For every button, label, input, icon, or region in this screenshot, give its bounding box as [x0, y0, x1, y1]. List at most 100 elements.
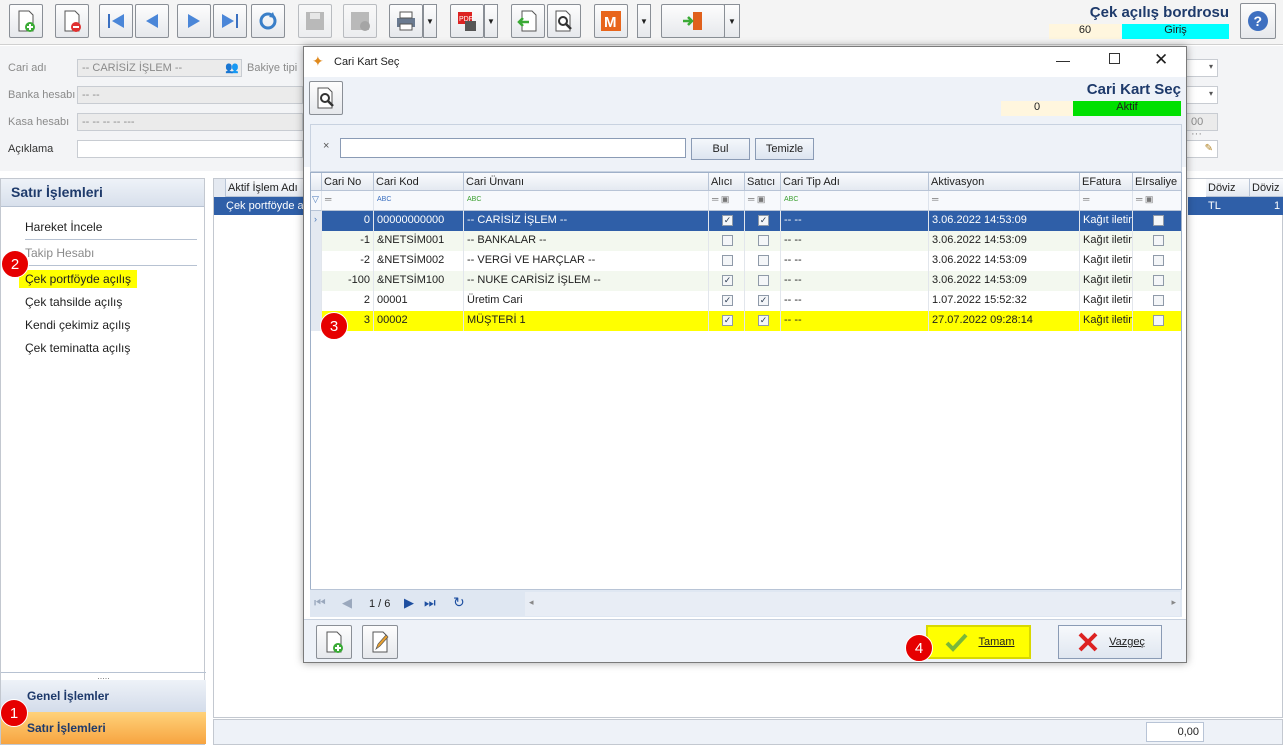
checkbox[interactable]: [722, 235, 733, 246]
filter-kod-text-icon[interactable]: ABC: [374, 191, 464, 211]
table-row[interactable]: -2 &NETSİM002 -- VERGİ VE HARÇLAR -- -- -- 3…: [311, 251, 1181, 271]
checkbox[interactable]: [1153, 315, 1164, 326]
filter-no[interactable]: ═: [322, 191, 374, 211]
cancel-button[interactable]: Vazgeç: [1058, 625, 1162, 659]
dialog-search-tool-button[interactable]: [309, 81, 343, 115]
last-record-button[interactable]: [213, 4, 247, 38]
export-dropdown[interactable]: ▼: [484, 4, 498, 38]
checkbox[interactable]: ✓: [722, 295, 733, 306]
search-input[interactable]: [340, 138, 686, 158]
checkbox[interactable]: [758, 255, 769, 266]
item-kendi-cekimiz[interactable]: Kendi çekimiz açılış: [25, 318, 130, 332]
filter-aktivasyon[interactable]: ═: [929, 191, 1080, 211]
minimize-icon[interactable]: —: [1056, 52, 1070, 68]
checkbox[interactable]: [1153, 295, 1164, 306]
print-dropdown[interactable]: ▼: [423, 4, 437, 38]
col-cari-unvani[interactable]: Cari Ünvanı: [464, 173, 709, 191]
checkbox[interactable]: [1153, 235, 1164, 246]
col-alici[interactable]: Alıcı: [709, 173, 745, 191]
previous-record-button[interactable]: [135, 4, 169, 38]
splitter-handle[interactable]: .....: [1, 672, 206, 681]
filter-funnel-icon[interactable]: ▽: [311, 191, 322, 211]
filter-eirsaliye[interactable]: ═ ▣: [1133, 191, 1181, 211]
item-cek-portfoyde[interactable]: Çek portföyde açılış: [19, 270, 138, 288]
item-takip[interactable]: Takip Hesabı: [25, 246, 94, 260]
checkbox[interactable]: ✓: [722, 315, 733, 326]
filter-unvan-text-icon[interactable]: ABC: [464, 191, 709, 211]
checkbox[interactable]: ✓: [758, 215, 769, 226]
kasa-field[interactable]: -- -- -- -- ---: [77, 113, 303, 131]
pager-next-icon[interactable]: ▶: [404, 595, 414, 611]
col-satici[interactable]: Satıcı: [745, 173, 781, 191]
right-field[interactable]: 00 ···: [1186, 113, 1218, 140]
first-record-button[interactable]: [99, 4, 133, 38]
item-cek-teminatta[interactable]: Çek teminatta açılış: [25, 341, 130, 355]
nav-satir[interactable]: Satır İşlemleri: [1, 712, 206, 744]
col-efatura[interactable]: EFatura: [1080, 173, 1133, 191]
help-button[interactable]: ?: [1240, 3, 1276, 39]
save-close-button[interactable]: [343, 4, 377, 38]
users-icon[interactable]: 👥: [225, 61, 239, 74]
search-tool-button[interactable]: [547, 4, 581, 38]
filter-satici[interactable]: ═ ▣: [745, 191, 781, 211]
filter-efatura[interactable]: ═: [1080, 191, 1133, 211]
delete-document-button[interactable]: [55, 4, 89, 38]
dialog-new-button[interactable]: [316, 625, 352, 659]
horizontal-scrollbar[interactable]: ◂ ▸: [525, 592, 1180, 616]
checkbox[interactable]: ✓: [722, 215, 733, 226]
close-icon[interactable]: ✕: [1154, 50, 1168, 70]
checkbox[interactable]: [758, 235, 769, 246]
nav-genel[interactable]: Genel İşlemler: [1, 680, 206, 712]
m-module-button[interactable]: M: [594, 4, 628, 38]
find-button[interactable]: Bul: [691, 138, 750, 160]
right-dropdown-1[interactable]: ▾: [1186, 59, 1218, 77]
pager-refresh-icon[interactable]: ↻: [453, 594, 465, 611]
checkbox[interactable]: [1153, 275, 1164, 286]
checkbox[interactable]: ✓: [758, 315, 769, 326]
banka-field[interactable]: -- --: [77, 86, 303, 104]
table-row[interactable]: -100 &NETSİM100 -- NUKE CARİSİZ İŞLEM -- ✓ -…: [311, 271, 1181, 291]
next-record-button[interactable]: [177, 4, 211, 38]
dialog-edit-button[interactable]: [362, 625, 398, 659]
col-cari-tip[interactable]: Cari Tip Adı: [781, 173, 929, 191]
table-row[interactable]: -1 &NETSİM001 -- BANKALAR -- -- -- 3.06.2022…: [311, 231, 1181, 251]
pager-last-icon[interactable]: ⏭: [424, 595, 436, 611]
filter-alici[interactable]: ═ ▣: [709, 191, 745, 211]
new-document-button[interactable]: [9, 4, 43, 38]
col-aktif[interactable]: Aktif İşlem Adı: [226, 179, 306, 197]
m-module-dropdown[interactable]: ▼: [637, 4, 651, 38]
item-cek-tahsilde[interactable]: Çek tahsilde açılış: [25, 295, 122, 309]
clear-button[interactable]: Temizle: [755, 138, 814, 160]
col-eirsaliye[interactable]: EIrsaliye: [1133, 173, 1181, 191]
save-button[interactable]: [298, 4, 332, 38]
scroll-right-icon[interactable]: ▸: [1171, 597, 1176, 608]
maximize-icon[interactable]: [1109, 53, 1120, 64]
table-row[interactable]: 2 00001 Üretim Cari ✓ ✓ -- -- 1.07.2022 15:52:…: [311, 291, 1181, 311]
exit-button[interactable]: [661, 4, 725, 38]
checkbox[interactable]: [1153, 255, 1164, 266]
col-doviz2[interactable]: Döviz: [1250, 179, 1283, 197]
refresh-button[interactable]: [251, 4, 285, 38]
col-cari-kod[interactable]: Cari Kod: [374, 173, 464, 191]
cari-field[interactable]: -- CARİSİZ İŞLEM --: [77, 59, 242, 77]
table-row[interactable]: 3 00002 MÜŞTERİ 1 ✓ ✓ -- -- 27.07.2022 09:28:1…: [311, 311, 1181, 331]
right-field-2[interactable]: ✎: [1186, 140, 1218, 158]
pager-first-icon[interactable]: ⏮: [314, 595, 326, 611]
filter-tip-text-icon[interactable]: ABC: [781, 191, 929, 211]
col-aktivasyon[interactable]: Aktivasyon: [929, 173, 1080, 191]
checkbox[interactable]: [722, 255, 733, 266]
scroll-left-icon[interactable]: ◂: [529, 597, 534, 608]
item-hareket[interactable]: Hareket İncele: [25, 220, 102, 234]
print-button[interactable]: [389, 4, 423, 38]
import-button[interactable]: [511, 4, 545, 38]
checkbox[interactable]: ✓: [758, 295, 769, 306]
checkbox[interactable]: [758, 275, 769, 286]
right-dropdown-2[interactable]: ▾: [1186, 86, 1218, 104]
col-doviz1[interactable]: Döviz: [1206, 179, 1250, 197]
exit-dropdown[interactable]: ▼: [724, 4, 740, 38]
checkbox[interactable]: ✓: [722, 275, 733, 286]
table-row[interactable]: › 0 00000000000 -- CARİSİZ İŞLEM -- ✓ ✓ -- -- 3…: [311, 211, 1181, 231]
main-row[interactable]: Çek portföyde a: [214, 197, 309, 215]
aciklama-field[interactable]: [77, 140, 303, 158]
pager-prev-icon[interactable]: ◀: [342, 595, 352, 611]
